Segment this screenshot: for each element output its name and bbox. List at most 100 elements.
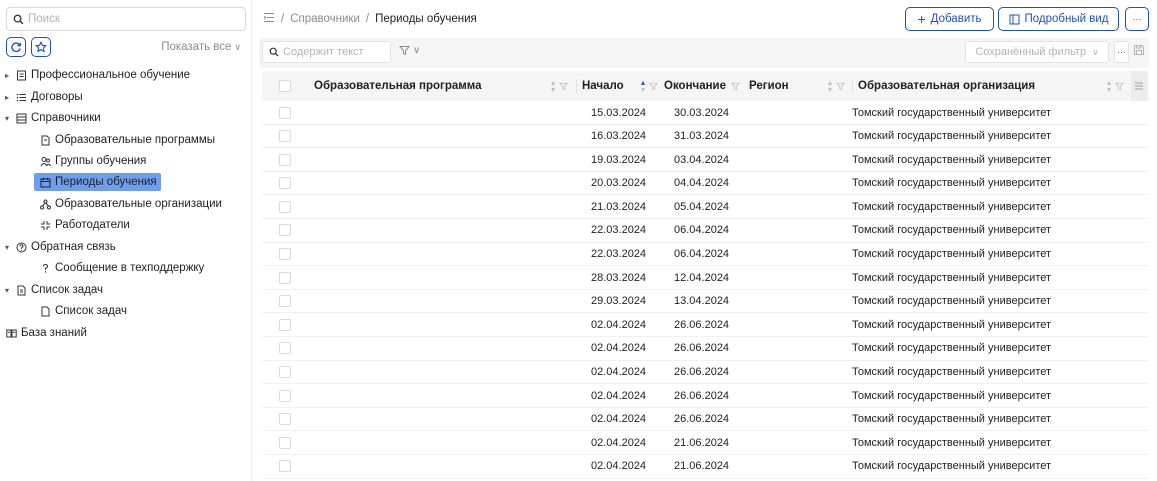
table-row[interactable]: 20.03.2024 04.04.2024 Томский государствен… bbox=[262, 172, 1149, 196]
favorites-button[interactable] bbox=[31, 37, 51, 57]
sidebar-item-support-message[interactable]: Сообщение в техподдержку bbox=[38, 259, 204, 277]
row-checkbox[interactable] bbox=[279, 106, 291, 119]
expand-arrow-icon[interactable]: ▸ bbox=[0, 71, 14, 80]
row-checkbox-cell[interactable] bbox=[279, 101, 291, 124]
sidebar-item-task-list[interactable]: Список задач bbox=[38, 302, 127, 320]
collapse-arrow-icon[interactable]: ▾ bbox=[0, 243, 14, 252]
row-checkbox[interactable] bbox=[279, 177, 291, 190]
column-divider[interactable] bbox=[576, 79, 577, 93]
filter-icon[interactable] bbox=[731, 82, 740, 91]
column-header-region[interactable]: Регион ▴ ▾ bbox=[749, 71, 849, 101]
sidebar-item-contracts[interactable]: ▸ Договоры bbox=[0, 88, 83, 106]
saved-filter-select[interactable]: Сохранённый фильтр ∨ bbox=[965, 41, 1109, 63]
menu-toggle-icon[interactable] bbox=[263, 12, 275, 26]
table-row[interactable]: 02.04.2024 21.06.2024 Томский государствен… bbox=[262, 455, 1149, 479]
table-row[interactable]: 02.04.2024 26.06.2024 Томский государствен… bbox=[262, 361, 1149, 385]
row-checkbox[interactable] bbox=[279, 318, 291, 331]
sort-icon[interactable]: ▴ ▾ bbox=[551, 79, 555, 94]
row-checkbox[interactable] bbox=[279, 366, 291, 379]
column-header-start[interactable]: Начало ▴ ▾ bbox=[582, 71, 662, 101]
refresh-button[interactable] bbox=[6, 37, 26, 57]
filter-more-button[interactable]: ··· bbox=[1114, 41, 1129, 63]
select-all-checkbox[interactable] bbox=[279, 71, 291, 101]
row-checkbox-cell[interactable] bbox=[279, 219, 291, 242]
row-checkbox[interactable] bbox=[279, 248, 291, 261]
sidebar-item-task-list-group[interactable]: ▾ Список задач bbox=[0, 281, 103, 299]
filter-icon[interactable] bbox=[836, 82, 845, 91]
show-all-dropdown[interactable]: Показать все ∨ bbox=[161, 41, 241, 53]
row-checkbox-cell[interactable] bbox=[279, 195, 291, 218]
column-header-program[interactable]: Образовательная программа ▴ ▾ bbox=[314, 71, 572, 101]
row-checkbox-cell[interactable] bbox=[279, 337, 291, 360]
collapse-arrow-icon[interactable]: ▾ bbox=[0, 286, 14, 295]
row-checkbox[interactable] bbox=[279, 224, 291, 237]
row-checkbox-cell[interactable] bbox=[279, 408, 291, 431]
table-row[interactable]: 02.04.2024 21.06.2024 Томский государствен… bbox=[262, 431, 1149, 455]
table-row[interactable]: 16.03.2024 31.03.2024 Томский государствен… bbox=[262, 125, 1149, 149]
sidebar-search-input[interactable]: Поиск bbox=[6, 7, 246, 31]
sidebar-item-educational-organizations[interactable]: Образовательные организации bbox=[38, 195, 222, 213]
sidebar-item-training-groups[interactable]: Группы обучения bbox=[38, 152, 146, 170]
column-divider[interactable] bbox=[852, 79, 853, 93]
filter-icon[interactable] bbox=[649, 82, 658, 91]
row-checkbox-cell[interactable] bbox=[279, 431, 291, 454]
collapse-arrow-icon[interactable]: ▾ bbox=[0, 114, 14, 123]
detail-view-button[interactable]: Подробный вид bbox=[998, 7, 1119, 31]
breadcrumb-catalogs[interactable]: Справочники bbox=[290, 13, 360, 25]
column-header-organization[interactable]: Образовательная организация ▴ ▾ bbox=[858, 71, 1128, 101]
row-checkbox-cell[interactable] bbox=[279, 361, 291, 384]
row-checkbox[interactable] bbox=[279, 436, 291, 449]
table-row[interactable]: 22.03.2024 06.04.2024 Томский государствен… bbox=[262, 219, 1149, 243]
sidebar-item-employers[interactable]: Работодатели bbox=[38, 216, 130, 234]
sidebar-item-catalogs[interactable]: ▾ Справочники bbox=[0, 109, 101, 127]
filter-dropdown-button[interactable]: ∨ bbox=[399, 45, 420, 56]
row-checkbox[interactable] bbox=[279, 271, 291, 284]
row-checkbox[interactable] bbox=[279, 153, 291, 166]
table-row[interactable]: 22.03.2024 06.04.2024 Томский государствен… bbox=[262, 243, 1149, 267]
sidebar-item-educational-programs[interactable]: Образовательные программы bbox=[38, 131, 215, 149]
filter-icon[interactable] bbox=[559, 82, 568, 91]
row-checkbox-cell[interactable] bbox=[279, 172, 291, 195]
table-row[interactable]: 02.04.2024 26.06.2024 Томский государствен… bbox=[262, 384, 1149, 408]
row-checkbox[interactable] bbox=[279, 130, 291, 143]
row-checkbox-cell[interactable] bbox=[279, 313, 291, 336]
row-checkbox-cell[interactable] bbox=[279, 243, 291, 266]
filter-icon[interactable] bbox=[1115, 82, 1124, 91]
table-row[interactable]: 28.03.2024 12.04.2024 Томский государствен… bbox=[262, 266, 1149, 290]
row-checkbox[interactable] bbox=[279, 460, 291, 473]
column-settings-button[interactable] bbox=[1131, 71, 1147, 101]
table-row[interactable]: 02.04.2024 26.06.2024 Томский государствен… bbox=[262, 408, 1149, 432]
sort-icon[interactable]: ▴ ▾ bbox=[828, 79, 832, 94]
table-row[interactable]: 19.03.2024 03.04.2024 Томский государствен… bbox=[262, 148, 1149, 172]
row-checkbox-cell[interactable] bbox=[279, 148, 291, 171]
row-checkbox[interactable] bbox=[279, 295, 291, 308]
sidebar-item-feedback[interactable]: ▾ Обратная связь bbox=[0, 238, 116, 256]
column-header-end[interactable]: Окончание bbox=[664, 71, 744, 101]
row-checkbox-cell[interactable] bbox=[279, 290, 291, 313]
sidebar-item-professional-training[interactable]: ▸ Профессиональное обучение bbox=[0, 66, 190, 84]
save-filter-button[interactable] bbox=[1133, 44, 1145, 59]
row-checkbox-cell[interactable] bbox=[279, 266, 291, 289]
table-row[interactable]: 02.04.2024 26.06.2024 Томский государствен… bbox=[262, 337, 1149, 361]
row-checkbox-cell[interactable] bbox=[279, 455, 291, 478]
row-checkbox[interactable] bbox=[279, 389, 291, 402]
sidebar-item-knowledge-base[interactable]: База знаний bbox=[0, 324, 87, 342]
table-row[interactable]: 02.04.2024 26.06.2024 Томский государствен… bbox=[262, 313, 1149, 337]
table-row[interactable]: 29.03.2024 13.04.2024 Томский государствен… bbox=[262, 290, 1149, 314]
table-row[interactable]: 21.03.2024 05.04.2024 Томский государствен… bbox=[262, 195, 1149, 219]
sort-ascending-icon[interactable]: ▴ ▾ bbox=[641, 79, 645, 94]
more-actions-button[interactable]: ··· bbox=[1125, 7, 1149, 31]
text-filter-input[interactable]: Содержит текст bbox=[262, 41, 391, 63]
row-checkbox-cell[interactable] bbox=[279, 384, 291, 407]
row-checkbox[interactable] bbox=[279, 200, 291, 213]
row-checkbox[interactable] bbox=[279, 342, 291, 355]
sidebar-item-study-periods[interactable]: Периоды обучения bbox=[34, 173, 161, 191]
row-checkbox[interactable] bbox=[279, 413, 291, 426]
sort-icon[interactable]: ▴ ▾ bbox=[1107, 79, 1111, 94]
expand-arrow-icon[interactable]: ▸ bbox=[0, 93, 14, 102]
table-row[interactable]: 15.03.2024 30.03.2024 Томский государствен… bbox=[262, 101, 1149, 125]
row-checkbox-cell[interactable] bbox=[279, 125, 291, 148]
checkbox[interactable] bbox=[279, 80, 291, 92]
add-button[interactable]: + Добавить bbox=[905, 7, 994, 31]
sidebar-item-label: Сообщение в техподдержку bbox=[55, 262, 205, 274]
